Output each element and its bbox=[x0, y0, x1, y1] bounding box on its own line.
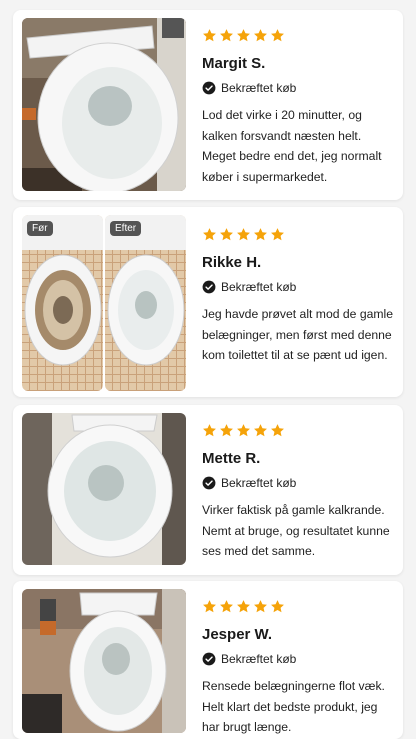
star-rating bbox=[202, 423, 395, 438]
reviewer-name: Margit S. bbox=[202, 55, 266, 72]
star-icon bbox=[202, 599, 217, 614]
star-icon bbox=[253, 28, 268, 43]
star-icon bbox=[236, 599, 251, 614]
reviewer-name: Jesper W. bbox=[202, 626, 273, 643]
after-label: Efter bbox=[110, 221, 142, 236]
star-icon bbox=[236, 423, 251, 438]
review-card: Før Efter Rikke H. Bekræftet køb Jeg hav… bbox=[13, 207, 403, 397]
review-info: Jesper W. Bekræftet køb Rensede belægnin… bbox=[202, 599, 395, 738]
before-photo: Før bbox=[22, 215, 103, 391]
verified-badge: Bekræftet køb bbox=[202, 81, 395, 95]
star-icon bbox=[202, 227, 217, 242]
star-icon bbox=[270, 28, 285, 43]
review-text: Rensede belægningerne flot væk. Helt kla… bbox=[202, 679, 385, 734]
star-icon bbox=[270, 599, 285, 614]
verified-badge: Bekræftet køb bbox=[202, 280, 395, 294]
review-text: Virker faktisk på gamle kalkrande. Nemt … bbox=[202, 503, 390, 558]
star-rating bbox=[202, 28, 395, 43]
before-label: Før bbox=[27, 221, 53, 236]
star-icon bbox=[219, 423, 234, 438]
verified-label: Bekræftet køb bbox=[221, 81, 297, 95]
star-rating bbox=[202, 599, 395, 614]
check-circle-icon bbox=[202, 652, 216, 666]
star-icon bbox=[253, 423, 268, 438]
star-icon bbox=[270, 423, 285, 438]
check-circle-icon bbox=[202, 81, 216, 95]
star-rating bbox=[202, 227, 395, 242]
review-info: Rikke H. Bekræftet køb Jeg havde prøvet … bbox=[202, 227, 395, 366]
review-card: Mette R. Bekræftet køb Virker faktisk på… bbox=[13, 405, 403, 575]
verified-badge: Bekræftet køb bbox=[202, 476, 395, 490]
check-circle-icon bbox=[202, 476, 216, 490]
review-info: Mette R. Bekræftet køb Virker faktisk på… bbox=[202, 423, 395, 562]
review-photo-comparison: Før Efter bbox=[22, 215, 186, 391]
star-icon bbox=[270, 227, 285, 242]
review-photo bbox=[22, 413, 186, 565]
star-icon bbox=[236, 227, 251, 242]
review-photo bbox=[22, 18, 186, 191]
verified-label: Bekræftet køb bbox=[221, 476, 297, 490]
review-info: Margit S. Bekræftet køb Lod det virke i … bbox=[202, 28, 395, 187]
review-text: Lod det virke i 20 minutter, og kalken f… bbox=[202, 108, 382, 184]
star-icon bbox=[253, 599, 268, 614]
star-icon bbox=[219, 227, 234, 242]
star-icon bbox=[202, 423, 217, 438]
star-icon bbox=[253, 227, 268, 242]
reviewer-name: Mette R. bbox=[202, 450, 261, 467]
verified-label: Bekræftet køb bbox=[221, 652, 297, 666]
star-icon bbox=[219, 599, 234, 614]
reviewer-name: Rikke H. bbox=[202, 254, 262, 271]
check-circle-icon bbox=[202, 280, 216, 294]
verified-badge: Bekræftet køb bbox=[202, 652, 395, 666]
after-photo: Efter bbox=[105, 215, 186, 391]
star-icon bbox=[236, 28, 251, 43]
review-card: Jesper W. Bekræftet køb Rensede belægnin… bbox=[13, 581, 403, 739]
review-card: Margit S. Bekræftet køb Lod det virke i … bbox=[13, 10, 403, 200]
star-icon bbox=[219, 28, 234, 43]
star-icon bbox=[202, 28, 217, 43]
verified-label: Bekræftet køb bbox=[221, 280, 297, 294]
review-text: Jeg havde prøvet alt mod de gamle belægn… bbox=[202, 307, 394, 362]
review-photo bbox=[22, 589, 186, 733]
